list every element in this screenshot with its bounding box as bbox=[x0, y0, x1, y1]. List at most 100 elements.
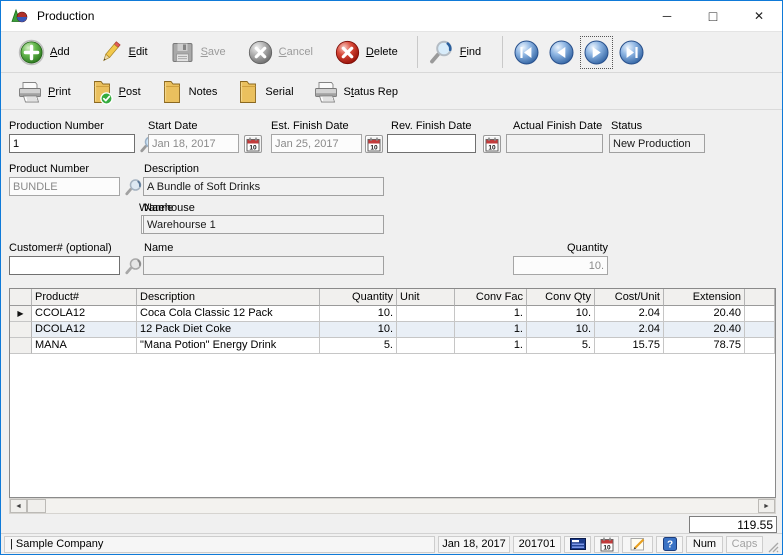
app-icon bbox=[10, 7, 28, 25]
company-browse-panel[interactable] bbox=[564, 536, 591, 553]
status-bar: | Sample Company Jan 18, 2017 201701 10 bbox=[1, 533, 782, 554]
next-record-icon bbox=[583, 39, 610, 66]
status-value-field bbox=[609, 134, 705, 153]
serial-button[interactable]: Serial bbox=[236, 79, 293, 105]
rev-finish-date-input[interactable] bbox=[387, 134, 476, 153]
last-record-button[interactable] bbox=[618, 39, 645, 66]
scrollbar-thumb[interactable] bbox=[27, 499, 46, 513]
status-rep-button[interactable]: Status Rep bbox=[313, 80, 398, 104]
cell-description[interactable]: 12 Pack Diet Coke bbox=[137, 322, 320, 338]
serial-label: Serial bbox=[265, 86, 293, 98]
production-number-input[interactable] bbox=[9, 134, 135, 153]
svg-text:10: 10 bbox=[249, 144, 257, 151]
scroll-right-button[interactable]: ► bbox=[758, 499, 775, 513]
customer-name-field bbox=[143, 256, 384, 275]
previous-record-icon bbox=[548, 39, 575, 66]
cell-unit[interactable] bbox=[397, 338, 455, 354]
printer-icon bbox=[17, 80, 43, 104]
cell-conv-fac[interactable]: 1. bbox=[455, 322, 527, 338]
svg-text:?: ? bbox=[666, 540, 672, 551]
resize-grip[interactable] bbox=[766, 536, 779, 553]
notes-folder-icon bbox=[160, 79, 184, 105]
cell-cost-unit[interactable]: 2.04 bbox=[595, 322, 664, 338]
product-number-lookup-icon[interactable] bbox=[124, 178, 143, 197]
cancel-icon bbox=[247, 39, 274, 66]
grid-header-cost-unit: Cost/Unit bbox=[595, 289, 664, 306]
cell-extension[interactable]: 78.75 bbox=[664, 338, 745, 354]
cell-extension[interactable]: 20.40 bbox=[664, 306, 745, 322]
scroll-left-button[interactable]: ◄ bbox=[10, 499, 27, 513]
cell-product[interactable]: DCOLA12 bbox=[32, 322, 137, 338]
customer-input[interactable] bbox=[9, 256, 120, 275]
delete-label: Delete bbox=[366, 46, 398, 58]
minimize-button[interactable]: ─ bbox=[644, 1, 690, 31]
post-button[interactable]: Post bbox=[90, 79, 141, 105]
cell-conv-fac[interactable]: 1. bbox=[455, 306, 527, 322]
scrollbar-track[interactable] bbox=[46, 499, 758, 513]
cell-extension[interactable]: 20.40 bbox=[664, 322, 745, 338]
warehouse-name-field bbox=[143, 215, 384, 234]
save-floppy-icon bbox=[169, 39, 196, 66]
find-button[interactable]: Find bbox=[428, 39, 481, 66]
cell-unit[interactable] bbox=[397, 306, 455, 322]
grid-header-unit: Unit bbox=[397, 289, 455, 306]
title-bar[interactable]: Production ─ □ ✕ bbox=[1, 1, 782, 31]
next-record-button[interactable] bbox=[583, 39, 610, 66]
cell-product[interactable]: CCOLA12 bbox=[32, 306, 137, 322]
est-finish-date-label: Est. Finish Date bbox=[271, 120, 349, 132]
cell-conv-qty[interactable]: 10. bbox=[527, 322, 595, 338]
previous-record-button[interactable] bbox=[548, 39, 575, 66]
cell-quantity[interactable]: 10. bbox=[320, 306, 397, 322]
cell-description[interactable]: "Mana Potion" Energy Drink bbox=[137, 338, 320, 354]
toolbar-separator bbox=[502, 36, 503, 68]
calendar-panel[interactable]: 10 bbox=[594, 536, 619, 553]
cell-unit[interactable] bbox=[397, 322, 455, 338]
add-button[interactable]: Add bbox=[18, 39, 70, 66]
edit-button[interactable]: Edit bbox=[97, 39, 148, 66]
customer-name-label: Name bbox=[144, 242, 173, 254]
cell-product[interactable]: MANA bbox=[32, 338, 137, 354]
cell-conv-qty[interactable]: 5. bbox=[527, 338, 595, 354]
company-browse-icon bbox=[570, 538, 586, 550]
toolbar-separator bbox=[417, 36, 418, 68]
window-controls: ─ □ ✕ bbox=[644, 1, 782, 31]
calendar-icon: 10 bbox=[600, 537, 614, 552]
delete-button[interactable]: Delete bbox=[334, 39, 398, 66]
row-selector-cell[interactable] bbox=[10, 338, 32, 354]
close-button[interactable]: ✕ bbox=[736, 1, 782, 31]
cell-quantity[interactable]: 10. bbox=[320, 322, 397, 338]
notes-panel[interactable] bbox=[622, 536, 653, 553]
table-row[interactable]: DCOLA12 12 Pack Diet Coke 10. 1. 10. 2.0… bbox=[10, 322, 775, 338]
extension-total-field bbox=[689, 516, 777, 533]
cell-cost-unit[interactable]: 15.75 bbox=[595, 338, 664, 354]
table-row[interactable]: ▶ CCOLA12 Coca Cola Classic 12 Pack 10. … bbox=[10, 306, 775, 322]
warehouse-name-label: Name bbox=[144, 202, 173, 214]
cell-cost-unit[interactable]: 2.04 bbox=[595, 306, 664, 322]
maximize-button[interactable]: □ bbox=[690, 1, 736, 31]
cell-conv-qty[interactable]: 10. bbox=[527, 306, 595, 322]
actual-finish-date-input bbox=[506, 134, 603, 153]
grid-header-conv-qty: Conv Qty bbox=[527, 289, 595, 306]
est-finish-date-calendar-button[interactable]: 10 bbox=[365, 135, 383, 153]
table-row[interactable]: MANA "Mana Potion" Energy Drink 5. 1. 5.… bbox=[10, 338, 775, 354]
production-window: Production ─ □ ✕ Add bbox=[0, 0, 783, 555]
memo-pencil-icon bbox=[630, 537, 646, 551]
cell-description[interactable]: Coca Cola Classic 12 Pack bbox=[137, 306, 320, 322]
customer-lookup-icon[interactable] bbox=[124, 257, 143, 276]
grid-horizontal-scrollbar[interactable]: ◄ ► bbox=[9, 498, 776, 514]
serial-folder-icon bbox=[236, 79, 260, 105]
first-record-icon bbox=[513, 39, 540, 66]
start-date-calendar-button[interactable]: 10 bbox=[244, 135, 262, 153]
help-panel[interactable]: ? bbox=[656, 536, 683, 553]
cell-quantity[interactable]: 5. bbox=[320, 338, 397, 354]
actions-toolbar: Print Post Notes bbox=[1, 74, 782, 110]
notes-button[interactable]: Notes bbox=[160, 79, 218, 105]
row-selector-cell[interactable] bbox=[10, 322, 32, 338]
grid-header-selector bbox=[10, 289, 32, 306]
print-button[interactable]: Print bbox=[17, 80, 71, 104]
rev-finish-date-calendar-button[interactable]: 10 bbox=[483, 135, 501, 153]
first-record-button[interactable] bbox=[513, 39, 540, 66]
svg-text:10: 10 bbox=[370, 144, 378, 151]
quantity-input[interactable] bbox=[513, 256, 608, 275]
cell-conv-fac[interactable]: 1. bbox=[455, 338, 527, 354]
